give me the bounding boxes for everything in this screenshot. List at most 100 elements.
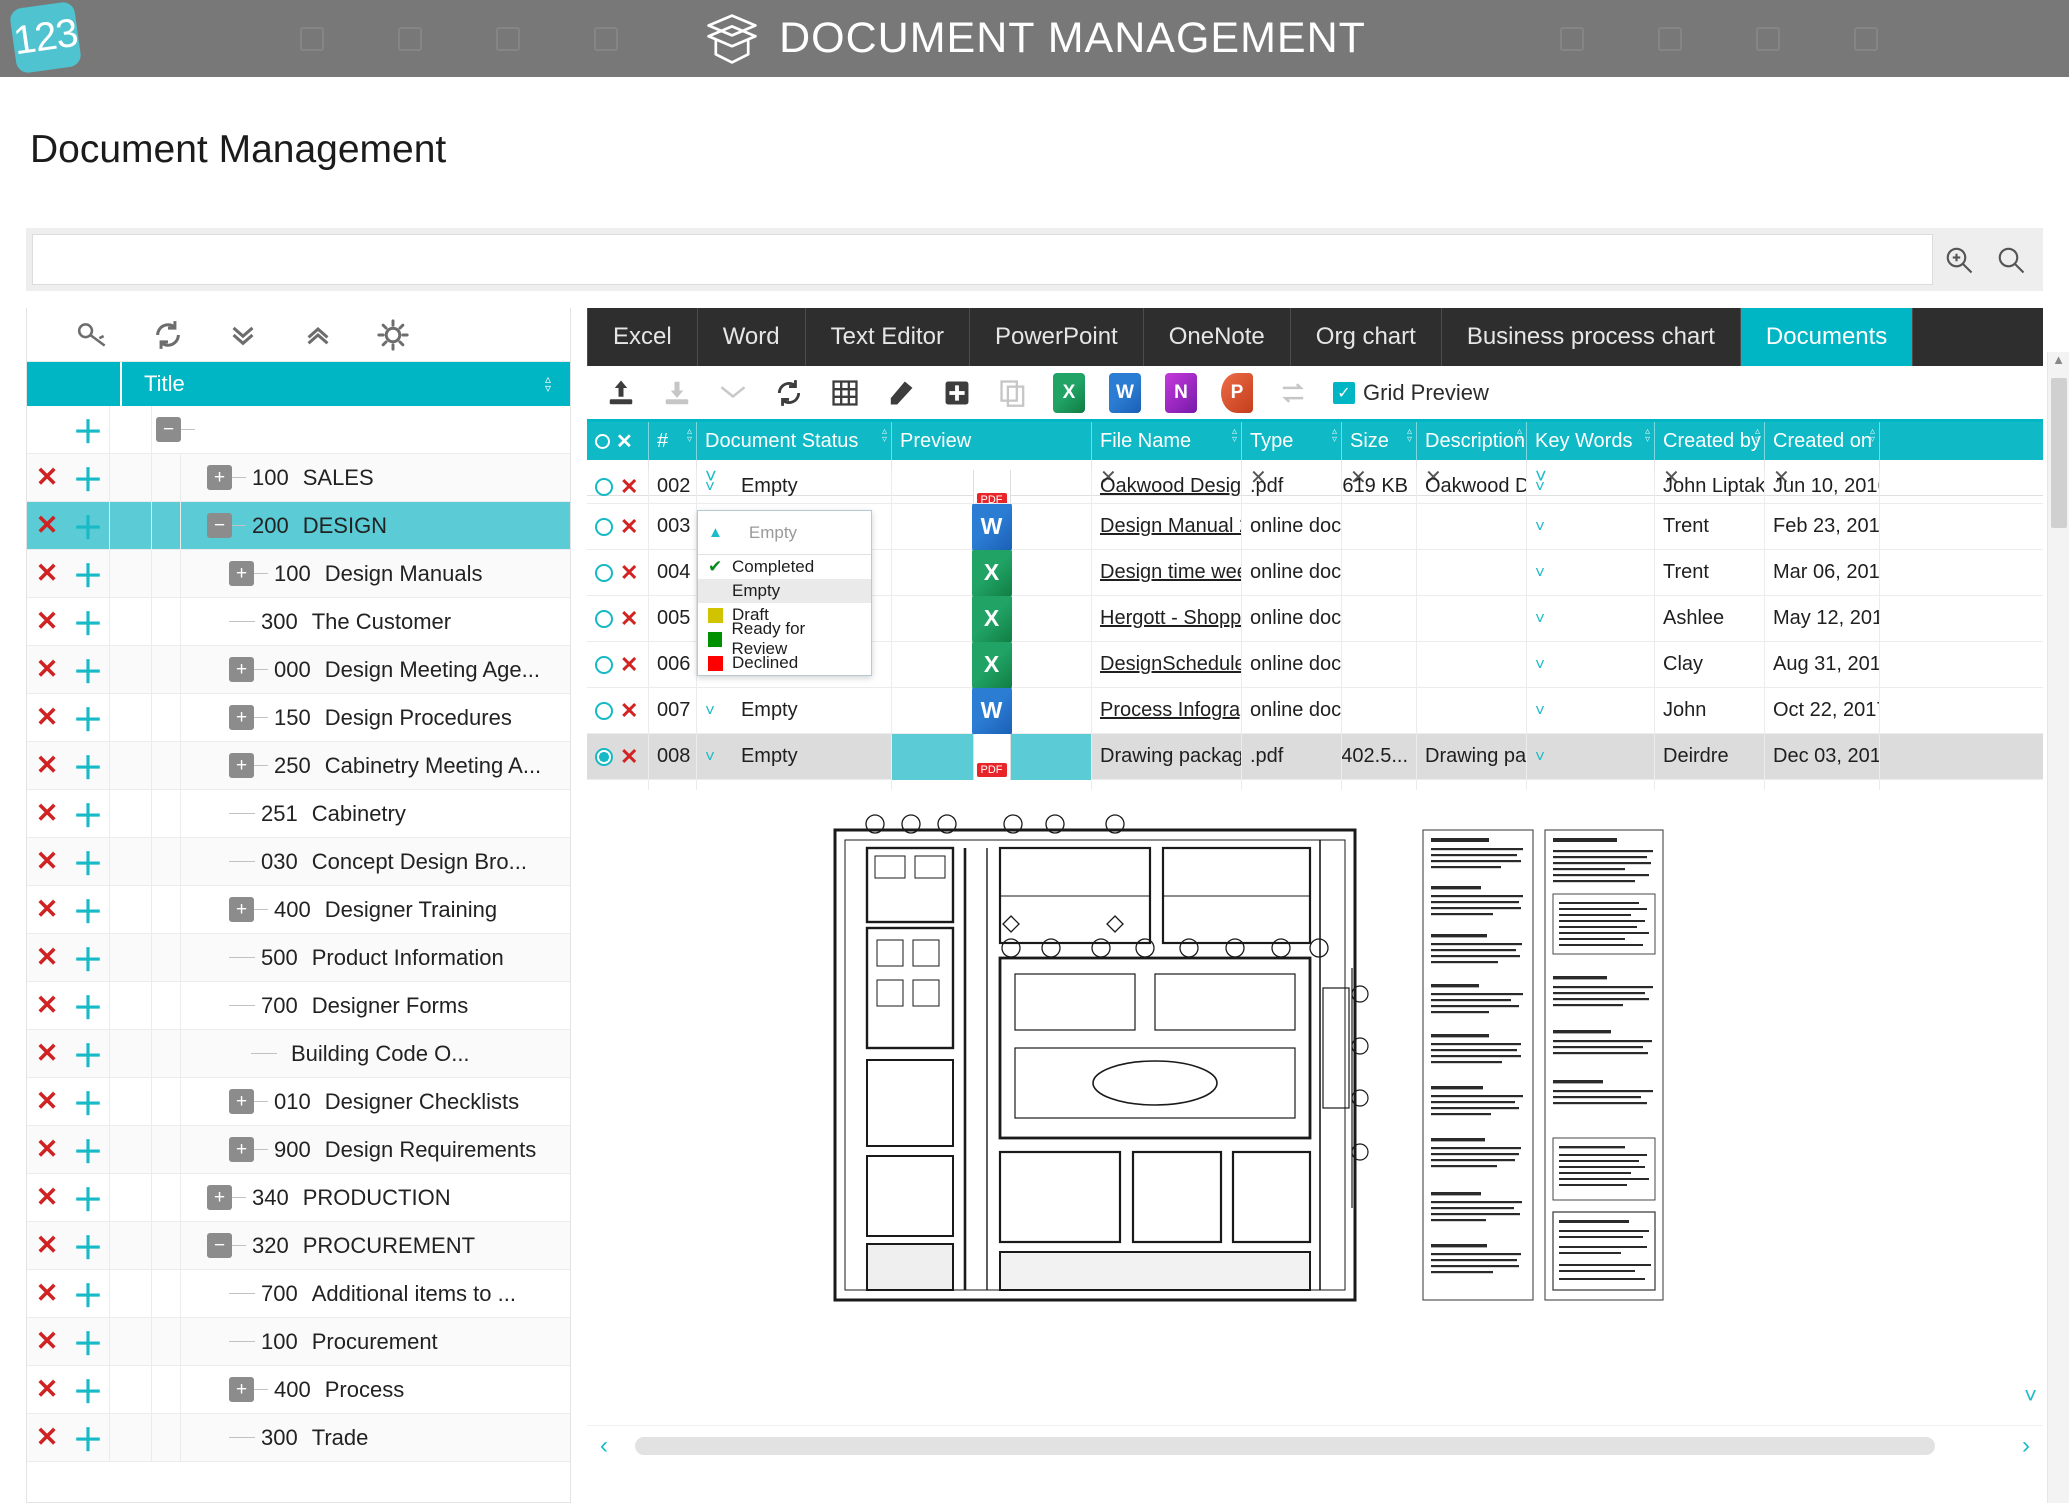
tree-delete-icon[interactable]: ✕ <box>27 750 67 781</box>
row-delete-icon[interactable]: ✕ <box>620 744 638 770</box>
expand-all-icon[interactable] <box>205 308 280 362</box>
status-dropdown-caret-icon[interactable]: ˅ <box>705 747 715 767</box>
tree-add-icon[interactable]: ＋ <box>67 599 109 644</box>
tree-row[interactable]: ✕＋+010Designer Checklists <box>27 1078 570 1126</box>
tree-add-icon[interactable]: ＋ <box>67 1367 109 1412</box>
grid-column-header-prev[interactable]: Preview <box>892 422 1092 460</box>
tree-row[interactable]: ✕＋700Additional items to ... <box>27 1270 570 1318</box>
tree-delete-icon[interactable]: ✕ <box>27 1038 67 1069</box>
expand-plus-icon[interactable]: + <box>229 753 254 778</box>
tree-row[interactable]: ✕＋+400Process <box>27 1366 570 1414</box>
onenote-icon[interactable]: N <box>1153 365 1209 421</box>
tree-row[interactable]: ✕＋+400Designer Training <box>27 886 570 934</box>
pdf-file-icon[interactable]: PDF <box>973 734 1011 780</box>
row-delete-icon[interactable]: ✕ <box>620 652 638 678</box>
tree-delete-icon[interactable]: ✕ <box>27 654 67 685</box>
collapse-minus-icon[interactable]: − <box>207 513 232 538</box>
tree-add-icon[interactable]: ＋ <box>67 839 109 884</box>
tree-row[interactable]: ✕＋+900Design Requirements <box>27 1126 570 1174</box>
row-delete-icon[interactable]: ✕ <box>620 514 638 540</box>
tree-add-icon[interactable]: ＋ <box>67 743 109 788</box>
tree-delete-icon[interactable]: ✕ <box>27 702 67 733</box>
tree-delete-icon[interactable]: ✕ <box>27 1326 67 1357</box>
tree-delete-icon[interactable]: ✕ <box>27 990 67 1021</box>
tree-row[interactable]: ✕＋300Trade <box>27 1414 570 1462</box>
refresh-icon[interactable] <box>761 365 817 421</box>
grid-column-header-file[interactable]: File Name▵▿ <box>1092 422 1242 460</box>
tree-sort-icon[interactable]: ▵▿ <box>540 375 570 393</box>
grid-column-header-con[interactable]: Created on▵▿ <box>1765 422 1880 460</box>
hscroll-track[interactable] <box>621 1437 2009 1455</box>
tree-add-icon[interactable]: ＋ <box>67 791 109 836</box>
search-input[interactable] <box>32 234 1933 285</box>
expand-plus-icon[interactable]: + <box>229 657 254 682</box>
keywords-dropdown-caret-icon[interactable]: ˅ <box>1535 609 1545 629</box>
status-option[interactable]: Empty <box>698 579 871 603</box>
column-sort-icon[interactable]: ▵▿ <box>1232 428 1237 444</box>
grid-row[interactable]: ✕007˅EmptyWProcess Infographic O...onlin… <box>587 688 2043 734</box>
expand-plus-icon[interactable]: + <box>229 705 254 730</box>
tree-add-icon[interactable]: ＋ <box>67 983 109 1028</box>
tree-add-icon[interactable]: ＋ <box>67 695 109 740</box>
row-file-name[interactable]: Drawing package tem... <box>1092 734 1242 780</box>
excel-file-icon[interactable]: X <box>972 596 1012 642</box>
column-sort-icon[interactable]: ▵▿ <box>1870 428 1875 444</box>
row-file-name[interactable]: Oakwood Design Profi... <box>1092 470 1242 504</box>
tree-delete-icon[interactable]: ✕ <box>27 606 67 637</box>
tree-delete-icon[interactable]: ✕ <box>27 1422 67 1453</box>
chevron-up-icon[interactable]: ▲ <box>708 524 723 541</box>
tree-delete-icon[interactable]: ✕ <box>27 1230 67 1261</box>
row-radio-button[interactable] <box>595 478 613 496</box>
tree-add-icon[interactable]: ＋ <box>67 1031 109 1076</box>
tab-documents[interactable]: Documents <box>1741 308 1913 366</box>
tree-scroll-up-arrow[interactable]: ▲ <box>2048 352 2069 376</box>
tree-header-title[interactable]: Title <box>122 371 540 397</box>
collapse-minus-icon[interactable]: − <box>156 417 181 442</box>
row-radio-button[interactable] <box>595 702 613 720</box>
tree-row[interactable]: ✕＋100Procurement <box>27 1318 570 1366</box>
expand-plus-icon[interactable]: + <box>229 1377 254 1402</box>
tree-row[interactable]: ✕＋+100Design Manuals <box>27 550 570 598</box>
tree-delete-icon[interactable]: ✕ <box>27 894 67 925</box>
scroll-right-arrow[interactable]: › <box>2009 1432 2043 1460</box>
row-file-name[interactable]: Hergott - Shopping Li... <box>1092 596 1242 642</box>
grid-column-header-key[interactable]: Key Words▵▿ <box>1527 422 1655 460</box>
tree-delete-icon[interactable]: ✕ <box>27 1086 67 1117</box>
collapse-minus-icon[interactable]: − <box>207 1233 232 1258</box>
tree-add-icon[interactable]: ＋ <box>67 407 109 452</box>
row-radio-button[interactable] <box>595 748 613 766</box>
row-delete-icon[interactable]: ✕ <box>620 560 638 586</box>
row-file-name[interactable]: Process Infographic O... <box>1092 688 1242 734</box>
tree-delete-icon[interactable]: ✕ <box>27 558 67 589</box>
tree-delete-icon[interactable]: ✕ <box>27 846 67 877</box>
tree-row[interactable]: ✕＋700Designer Forms <box>27 982 570 1030</box>
word-file-icon[interactable]: W <box>972 504 1012 550</box>
hscroll-thumb[interactable] <box>635 1437 1935 1455</box>
tree-delete-icon[interactable]: ✕ <box>27 1134 67 1165</box>
keywords-dropdown-caret-icon[interactable]: ˅ <box>1535 747 1545 767</box>
tree-add-icon[interactable]: ＋ <box>67 1271 109 1316</box>
column-sort-icon[interactable]: ▵▿ <box>1332 428 1337 444</box>
grid-column-header-cby[interactable]: Created by▵▿ <box>1655 422 1765 460</box>
search-icon[interactable] <box>1985 234 2037 286</box>
copy-icon[interactable] <box>985 365 1041 421</box>
row-delete-icon[interactable]: ✕ <box>620 698 638 724</box>
row-file-name[interactable]: Design time week of ... <box>1092 550 1242 596</box>
tree-row[interactable]: ✕＋251Cabinetry <box>27 790 570 838</box>
grid-row[interactable]: ✕002˅EmptyPDFOakwood Design Profi....pdf… <box>587 470 2043 504</box>
row-delete-icon[interactable]: ✕ <box>620 606 638 632</box>
tab-org-chart[interactable]: Org chart <box>1291 308 1442 366</box>
tree-row[interactable]: ✕＋300The Customer <box>27 598 570 646</box>
row-radio-button[interactable] <box>595 564 613 582</box>
keywords-dropdown-caret-icon[interactable]: ˅ <box>1535 517 1545 537</box>
tree-delete-icon[interactable]: ✕ <box>27 462 67 493</box>
keywords-dropdown-caret-icon[interactable]: ˅ <box>1535 563 1545 583</box>
tree-row[interactable]: ✕＋500Product Information <box>27 934 570 982</box>
row-delete-icon[interactable]: ✕ <box>620 474 638 500</box>
add-icon[interactable] <box>929 365 985 421</box>
grid-preview-checkbox[interactable]: ✓ Grid Preview <box>1333 380 1489 406</box>
tree-row[interactable]: ✕＋Building Code O... <box>27 1030 570 1078</box>
tab-excel[interactable]: Excel <box>587 308 698 366</box>
tree-row[interactable]: ✕＋−320PROCUREMENT <box>27 1222 570 1270</box>
preview-horizontal-scrollbar[interactable]: ‹ › <box>587 1425 2043 1465</box>
